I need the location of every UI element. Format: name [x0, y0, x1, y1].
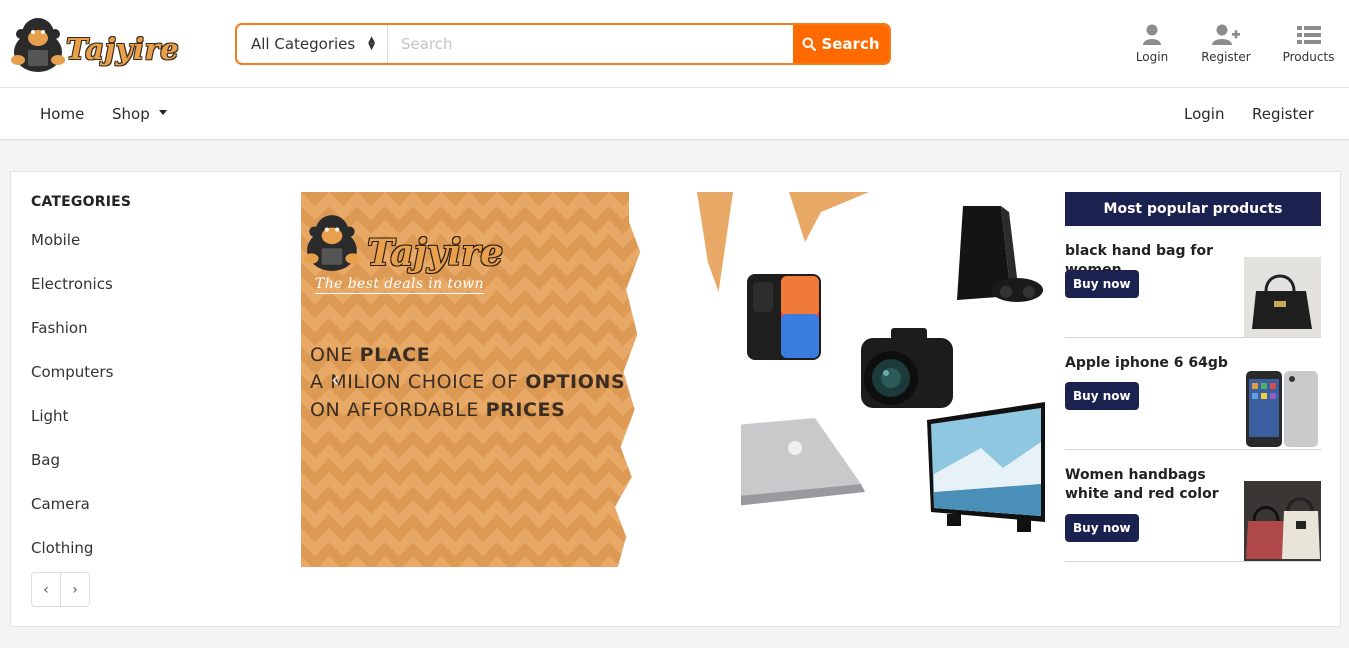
header-register-link[interactable]: Register	[1199, 24, 1253, 64]
carousel-prev-icon[interactable]: ‹	[331, 368, 340, 393]
popular-products-panel: Most popular products black hand bag for…	[1065, 192, 1321, 562]
category-item[interactable]: Clothing	[31, 539, 93, 557]
banner-text-bold: PRICES	[485, 399, 566, 421]
handbag-icon	[1244, 257, 1321, 337]
banner-text-bold: PLACE	[359, 344, 431, 366]
handbag-icon	[1244, 481, 1321, 561]
pagination-prev-button[interactable]: ‹	[32, 573, 61, 606]
banner-line-1: ONE PLACE	[310, 344, 430, 366]
smartphone-icon	[1244, 369, 1321, 449]
banner-text: ON AFFORDABLE	[310, 399, 486, 421]
header-products-label: Products	[1282, 50, 1335, 64]
banner-products-illustration	[741, 206, 1045, 532]
select-arrows-icon: ▲ ▼	[368, 35, 375, 52]
category-item[interactable]: Light	[31, 407, 68, 425]
buy-now-button[interactable]: Buy now	[1065, 514, 1139, 542]
banner-text: A MILION CHOICE OF	[310, 371, 526, 393]
banner-text-bold: OPTIONS	[525, 371, 626, 393]
tv-icon	[927, 402, 1045, 532]
category-item[interactable]: Bag	[31, 451, 60, 469]
banner-line-2: A MILION CHOICE OF OPTIONS	[310, 371, 625, 393]
search-icon	[802, 37, 817, 51]
header-login-link[interactable]: Login	[1131, 24, 1173, 64]
top-header: Tajyire All Categories ▲▼ Search Login	[0, 0, 1349, 88]
console-icon	[957, 206, 1043, 302]
user-plus-icon	[1212, 24, 1240, 45]
banner-brand: Tajyire	[367, 232, 504, 274]
caret-down-icon	[158, 110, 167, 115]
category-item[interactable]: Mobile	[31, 231, 80, 249]
product-name[interactable]: Apple iphone 6 64gb	[1065, 354, 1245, 373]
search-button[interactable]: Search	[793, 25, 889, 63]
banner-tagline: The best deals in town	[315, 276, 485, 294]
popular-products-title: Most popular products	[1065, 192, 1321, 226]
laptop-icon	[741, 418, 865, 506]
category-item[interactable]: Electronics	[31, 275, 113, 293]
search-button-label: Search	[821, 35, 880, 53]
list-icon	[1296, 26, 1321, 44]
brand-name: Tajyire	[66, 32, 180, 66]
main-content-card: CATEGORIES Mobile Electronics Fashion Co…	[10, 171, 1341, 627]
product-name[interactable]: Women handbags white and red color	[1065, 466, 1245, 504]
categories-title: CATEGORIES	[31, 194, 132, 210]
product-image-handbag[interactable]	[1244, 257, 1321, 337]
popular-product-item: Women handbags white and red color Buy n…	[1065, 456, 1321, 562]
header-register-label: Register	[1201, 50, 1251, 64]
popular-product-item: black hand bag for women Buy now	[1065, 232, 1321, 338]
smartphone-icon	[747, 274, 821, 360]
hero-banner[interactable]: Tajyire The best deals in town ONE PLACE…	[301, 192, 1045, 567]
popular-product-item: Apple iphone 6 64gb Buy now	[1065, 344, 1321, 450]
search-input[interactable]	[388, 25, 794, 63]
nav-login[interactable]: Login	[1184, 105, 1224, 123]
buy-now-button[interactable]: Buy now	[1065, 382, 1139, 410]
header-products-link[interactable]: Products	[1281, 24, 1336, 64]
pagination-next-button[interactable]: ›	[61, 573, 89, 606]
banner-line-3: ON AFFORDABLE PRICES	[310, 399, 565, 421]
header-login-label: Login	[1135, 50, 1169, 64]
category-item[interactable]: Computers	[31, 363, 113, 381]
camera-icon	[861, 328, 953, 408]
nav-shop-dropdown[interactable]: Shop	[112, 105, 167, 123]
category-select[interactable]: All Categories ▲ ▼	[237, 25, 388, 63]
product-image-iphone[interactable]	[1244, 369, 1321, 449]
category-item[interactable]: Fashion	[31, 319, 88, 337]
banner-text: ONE	[310, 344, 360, 366]
buy-now-button[interactable]: Buy now	[1065, 270, 1139, 298]
category-item[interactable]: Camera	[31, 495, 90, 513]
category-select-value: All Categories	[251, 35, 356, 53]
product-image-handbags[interactable]	[1244, 481, 1321, 561]
nav-shop-label: Shop	[112, 105, 150, 123]
nav-register[interactable]: Register	[1252, 105, 1314, 123]
main-navbar: Home Shop Login Register	[0, 88, 1349, 140]
banner-gorilla-icon	[304, 215, 360, 271]
user-icon	[1143, 24, 1161, 45]
search-bar: All Categories ▲ ▼ Search	[235, 23, 891, 65]
categories-pagination: ‹ ›	[31, 572, 90, 607]
site-logo[interactable]: Tajyire	[10, 14, 179, 74]
gorilla-logo-icon	[11, 18, 65, 72]
nav-home[interactable]: Home	[40, 105, 84, 123]
